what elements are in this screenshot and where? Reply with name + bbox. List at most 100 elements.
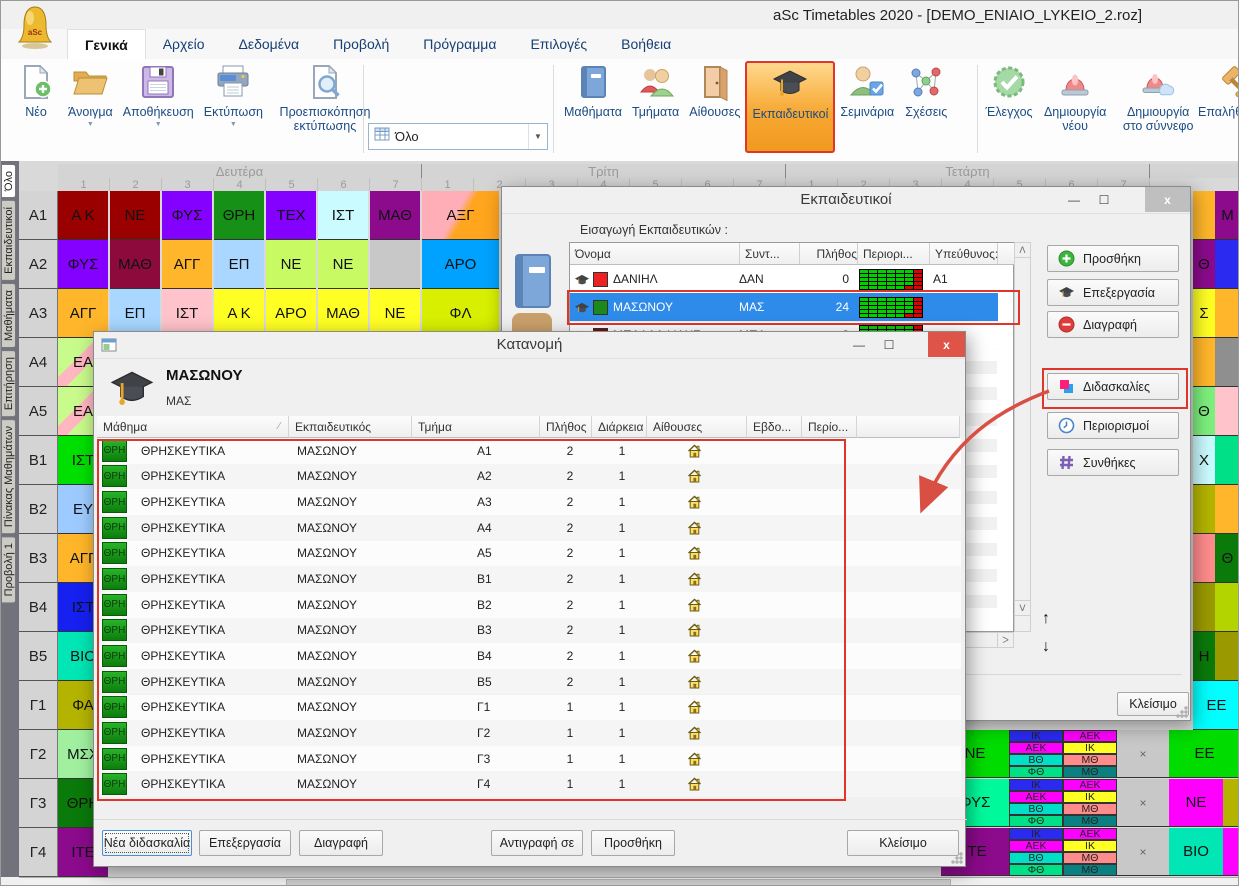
ribbon-button-Σχέσεις[interactable]: Σχέσεις <box>899 61 953 121</box>
side-button-Συνθήκες[interactable]: Συνθήκες <box>1047 449 1179 476</box>
view-select[interactable]: Όλο ▼ <box>368 123 548 150</box>
timetable-cell[interactable]: ΝΕ <box>318 240 368 289</box>
menu-tab-Επιλογές[interactable]: Επιλογές <box>513 29 604 59</box>
column-header-Συντ...[interactable]: Συντ... <box>740 243 800 265</box>
timetable-cell[interactable]: ΝΕ <box>1169 779 1223 827</box>
side-button-Προσθήκη[interactable]: Προσθήκη <box>1047 245 1179 272</box>
lesson-row-B3[interactable]: ΘΡΗΘΡΗΣΚΕΥΤΙΚΑΜΑΣΩΝΟΥB321 <box>97 618 961 644</box>
lesson-row-A3[interactable]: ΘΡΗΘΡΗΣΚΕΥΤΙΚΑΜΑΣΩΝΟΥA321 <box>97 489 961 515</box>
column-header-Περίο...[interactable]: Περίο... <box>802 416 857 438</box>
column-header-Περιορι...[interactable]: Περιορι... <box>858 243 930 265</box>
timetable-mini-cell[interactable]: ΦΘ <box>1009 815 1063 827</box>
timetable-mini-cell[interactable]: ΦΘ <box>1009 864 1063 876</box>
lesson-row-B5[interactable]: ΘΡΗΘΡΗΣΚΕΥΤΙΚΑΜΑΣΩΝΟΥB521 <box>97 669 961 695</box>
timetable-mini-cell[interactable]: ΙΚ <box>1009 730 1063 742</box>
lesson-row-A4[interactable]: ΘΡΗΘΡΗΣΚΕΥΤΙΚΑΜΑΣΩΝΟΥA421 <box>97 515 961 541</box>
maximize-icon[interactable]: ☐ <box>878 335 900 354</box>
timetable-cell[interactable] <box>1215 240 1239 289</box>
sidebar-tab-Πίνακας Μαθημάτων[interactable]: Πίνακας Μαθημάτων <box>1 419 16 534</box>
timetable-mini-cell[interactable]: ΑΕΚ <box>1009 791 1063 803</box>
timetable-cell[interactable] <box>1193 583 1215 632</box>
menu-tab-Πρόγραμμα[interactable]: Πρόγραμμα <box>406 29 513 59</box>
timetable-mini-cell[interactable]: ΒΘ <box>1009 803 1063 815</box>
timetable-mini-cell[interactable]: ΑΕΚ <box>1009 840 1063 852</box>
sidebar-tab-Εκπαιδευτικοί[interactable]: Εκπαιδευτικοί <box>1 200 16 281</box>
footer-button-Κλείσιμο[interactable]: Κλείσιμο <box>847 830 959 856</box>
ribbon-button-Δημιουργία στο σύννεφο[interactable]: Δημιουργία στο σύννεφο <box>1114 61 1202 135</box>
scrollbar-thumb[interactable] <box>286 879 951 886</box>
footer-button-Αντιγραφή σε[interactable]: Αντιγραφή σε <box>491 830 583 856</box>
timetable-mini-cell[interactable]: ΦΘ <box>1009 766 1063 778</box>
timetable-mini-cell[interactable]: ΒΘ <box>1009 852 1063 864</box>
timetable-mini-cell[interactable]: ΜΘ <box>1063 803 1117 815</box>
move-up-arrow[interactable]: ↑ <box>1042 610 1050 628</box>
timetable-empty-cell[interactable]: × <box>1117 828 1169 876</box>
timetable-cell[interactable]: Η <box>1193 632 1215 681</box>
timetable-cell[interactable]: ΜΑΘ <box>110 240 160 289</box>
menu-tab-Προβολή[interactable]: Προβολή <box>316 29 406 59</box>
column-header-Πλήθος[interactable]: Πλήθος <box>540 416 592 438</box>
timetable-cell[interactable] <box>1215 338 1239 387</box>
lesson-row-A2[interactable]: ΘΡΗΘΡΗΣΚΕΥΤΙΚΑΜΑΣΩΝΟΥA221 <box>97 464 961 490</box>
ribbon-button-Τμήματα[interactable]: Τμήματα <box>627 61 684 121</box>
timetable-cell[interactable]: Θ <box>1193 387 1215 436</box>
timetable-cell[interactable]: ΑΡΟ <box>422 240 499 289</box>
chevron-down-icon[interactable]: ▼ <box>87 121 94 128</box>
footer-button-Επεξεργασία[interactable]: Επεξεργασία <box>199 830 291 856</box>
column-header-Διάρκεια[interactable]: Διάρκεια <box>592 416 647 438</box>
timetable-mini-cell[interactable]: ΒΘ <box>1009 754 1063 766</box>
timetable-mini-cell[interactable]: ΜΘ <box>1063 815 1117 827</box>
timetable-cell[interactable]: ΕΕ <box>1193 681 1239 730</box>
resize-grip[interactable] <box>1176 706 1188 718</box>
timetable-cell[interactable] <box>1215 583 1239 632</box>
timetable-mini-cell[interactable]: ΑΕΚ <box>1063 730 1117 742</box>
timetable-cell[interactable]: Σ <box>1193 289 1215 338</box>
timetable-cell[interactable]: ΦΥΣ <box>58 240 108 289</box>
lesson-row-Γ2[interactable]: ΘΡΗΘΡΗΣΚΕΥΤΙΚΑΜΑΣΩΝΟΥΓ211 <box>97 720 961 746</box>
timetable-cell[interactable] <box>1193 485 1215 534</box>
timetable-cell[interactable]: ΝΕ <box>266 240 316 289</box>
menu-tab-Γενικά[interactable]: Γενικά <box>67 29 146 59</box>
sidebar-tab-Μαθήματα[interactable]: Μαθήματα <box>1 283 16 348</box>
timetable-mini-cell[interactable]: ΜΘ <box>1063 766 1117 778</box>
ribbon-button-Προεπισκόπηση εκτύπωσης[interactable]: Προεπισκόπηση εκτύπωσης <box>268 61 382 135</box>
minimize-icon[interactable]: — <box>848 335 870 354</box>
timetable-mini-cell[interactable]: ΙΚ <box>1063 840 1117 852</box>
ribbon-button-Έλεγχος[interactable]: Έλεγχος <box>982 61 1036 121</box>
timetable-mini-cell[interactable]: ΜΘ <box>1063 754 1117 766</box>
timetable-cell[interactable] <box>1215 436 1239 485</box>
lesson-row-Γ1[interactable]: ΘΡΗΘΡΗΣΚΕΥΤΙΚΑΜΑΣΩΝΟΥΓ111 <box>97 695 961 721</box>
lesson-row-Γ3[interactable]: ΘΡΗΘΡΗΣΚΕΥΤΙΚΑΜΑΣΩΝΟΥΓ311 <box>97 746 961 772</box>
timetable-mini-cell[interactable]: ΙΚ <box>1009 828 1063 840</box>
timetable-cell[interactable] <box>1215 387 1239 436</box>
ribbon-button-Αίθουσες[interactable]: Αίθουσες <box>684 61 745 121</box>
ribbon-button-Σεμινάρια[interactable]: Σεμινάρια <box>835 61 899 121</box>
column-header-Εβδο...[interactable]: Εβδο... <box>747 416 802 438</box>
timetable-cell[interactable]: Θ <box>1193 240 1215 289</box>
teachers-vertical-scrollbar[interactable] <box>1014 242 1031 632</box>
side-button-Διδασκαλίες[interactable]: Διδασκαλίες <box>1047 373 1179 400</box>
timetable-cell[interactable] <box>1193 191 1215 240</box>
timetable-mini-cell[interactable]: ΜΘ <box>1063 852 1117 864</box>
chevron-down-icon[interactable]: ▼ <box>155 121 162 128</box>
lesson-row-B4[interactable]: ΘΡΗΘΡΗΣΚΕΥΤΙΚΑΜΑΣΩΝΟΥB421 <box>97 643 961 669</box>
teachers-dialog-titlebar[interactable]: Εκπαιδευτικοί — ☐ x <box>502 187 1190 214</box>
sidebar-tab-Όλο[interactable]: Όλο <box>1 164 16 198</box>
timetable-cell[interactable] <box>370 240 420 289</box>
ribbon-button-Επαλήθευση[interactable]: Επαλήθευση <box>1202 61 1239 121</box>
sidebar-tab-Επιτήρηση[interactable]: Επιτήρηση <box>1 350 16 417</box>
lesson-row-B1[interactable]: ΘΡΗΘΡΗΣΚΕΥΤΙΚΑΜΑΣΩΝΟΥB121 <box>97 566 961 592</box>
ribbon-button-Δημιουργία νέου[interactable]: Δημιουργία νέου <box>1036 61 1114 135</box>
footer-button-Προσθήκη[interactable]: Προσθήκη <box>591 830 675 856</box>
timetable-cell[interactable]: ΦΥΣ <box>162 191 212 240</box>
timetable-cell[interactable] <box>1223 828 1239 876</box>
timetable-cell[interactable]: ΒΙΟ <box>1169 828 1223 876</box>
move-down-arrow[interactable]: ↓ <box>1042 638 1050 656</box>
chevron-down-icon[interactable]: ▼ <box>230 121 237 128</box>
timetable-cell[interactable]: Α Κ <box>58 191 108 240</box>
timetable-cell[interactable]: ΕΠ <box>214 240 264 289</box>
close-icon[interactable]: x <box>928 332 965 357</box>
allocation-dialog-titlebar[interactable]: Κατανομή — ☐ x <box>94 332 965 359</box>
timetable-cell[interactable]: ΙΣΤ <box>318 191 368 240</box>
ribbon-button-Εκτύπωση[interactable]: Εκτύπωση▼ <box>199 61 268 130</box>
